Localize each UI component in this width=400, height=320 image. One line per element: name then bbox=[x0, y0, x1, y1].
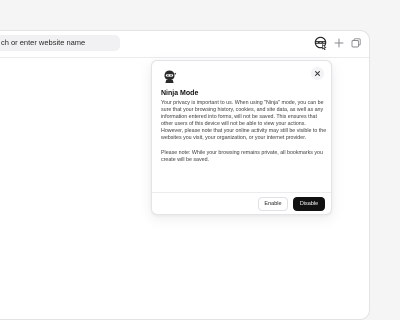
enable-button[interactable]: Enable bbox=[258, 197, 288, 211]
browser-toolbar: ch or enter website name bbox=[0, 31, 369, 57]
popover-title: Ninja Mode bbox=[161, 90, 199, 97]
disable-button[interactable]: Disable bbox=[293, 197, 325, 211]
privacy-paragraph: Your privacy is important to us. When us… bbox=[161, 100, 324, 128]
toolbar-divider bbox=[0, 57, 369, 58]
visibility-paragraph: However, please note that your online ac… bbox=[161, 128, 327, 142]
new-tab-icon[interactable] bbox=[332, 36, 346, 50]
ninja-icon bbox=[162, 69, 177, 84]
address-bar[interactable]: ch or enter website name bbox=[0, 35, 120, 51]
tabs-overview-icon[interactable] bbox=[349, 36, 363, 50]
ninja-mode-icon[interactable] bbox=[314, 36, 328, 50]
close-button[interactable] bbox=[311, 67, 324, 80]
bookmarks-note: Please note: While your browsing remains… bbox=[161, 149, 323, 163]
close-icon bbox=[315, 71, 320, 76]
popover-footer: Enable Disable bbox=[152, 192, 331, 214]
popover-description: Your privacy is important to us. When us… bbox=[161, 100, 327, 164]
ninja-mode-popover: Ninja Mode Your privacy is important to … bbox=[151, 60, 332, 215]
